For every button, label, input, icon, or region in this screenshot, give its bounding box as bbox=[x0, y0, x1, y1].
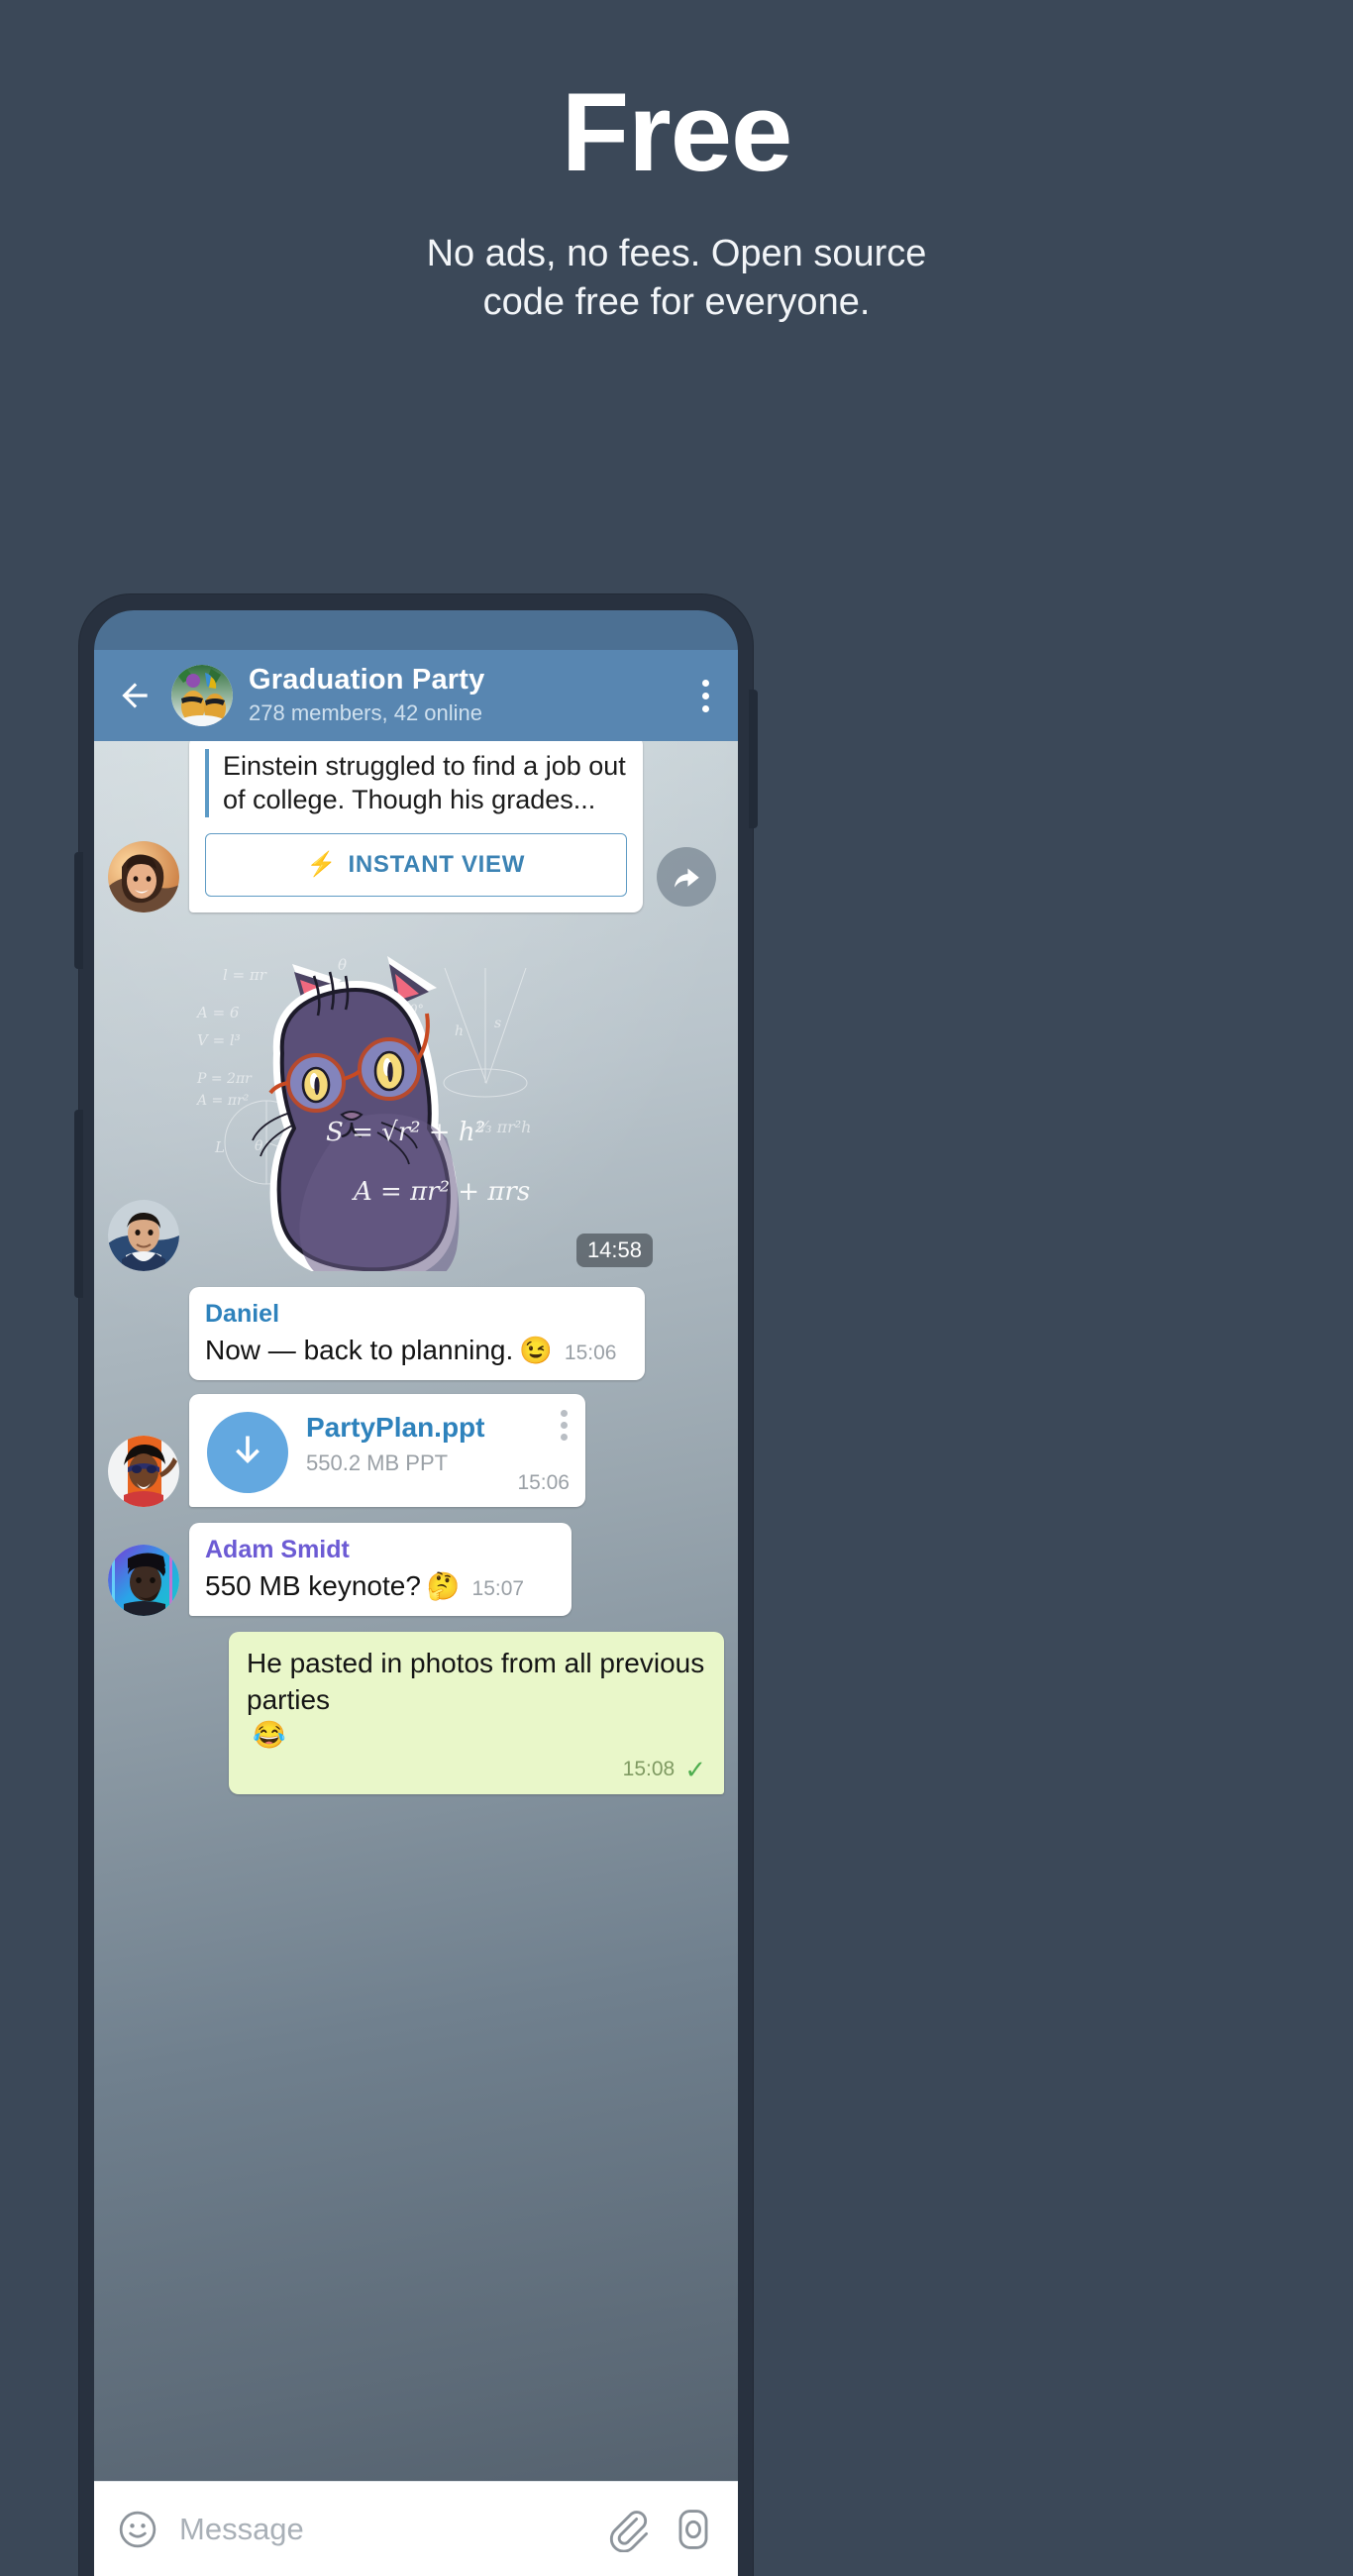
message-body: 550 MB keynote? bbox=[205, 1569, 421, 1601]
file-message-bubble[interactable]: PartyPlan.ppt 550.2 MB PPT 15:06 bbox=[189, 1393, 585, 1507]
message-list[interactable]: Einstein struggled to find a job out of … bbox=[94, 741, 738, 2481]
math-cat-sticker: l = πr θ θ 60° A = 6 V = l³ P = 2πr A = … bbox=[195, 955, 531, 1293]
instant-view-card[interactable]: Einstein struggled to find a job out of … bbox=[189, 741, 643, 912]
svg-text:s: s bbox=[494, 1016, 501, 1031]
svg-text:h: h bbox=[455, 1023, 464, 1039]
message-sender: Adam Smidt bbox=[205, 1535, 350, 1563]
avatar[interactable] bbox=[108, 1545, 179, 1617]
svg-text:l = πr: l = πr bbox=[223, 966, 267, 984]
svg-text:P = 2πr: P = 2πr bbox=[196, 1071, 253, 1087]
message-timestamp: 15:06 bbox=[517, 1470, 570, 1494]
svg-text:A = 6: A = 6 bbox=[195, 1004, 240, 1021]
file-meta: 550.2 MB PPT bbox=[306, 1450, 449, 1476]
thinking-face-emoji: 🤔 bbox=[426, 1570, 461, 1601]
phone-screen: Graduation Party 278 members, 42 online bbox=[94, 610, 738, 2576]
page-subtitle-line-2: code free for everyone. bbox=[482, 280, 871, 323]
message-timestamp: 14:58 bbox=[575, 1233, 653, 1267]
message-outgoing: He pasted in photos from all previous pa… bbox=[94, 1632, 738, 1795]
svg-text:V = l³: V = l³ bbox=[197, 1031, 241, 1049]
phone-mockup: Graduation Party 278 members, 42 online bbox=[74, 594, 758, 2576]
volume-up-button[interactable] bbox=[74, 852, 83, 969]
chat-subtitle: 278 members, 42 online bbox=[249, 699, 483, 725]
page-subtitle: No ads, no fees. Open source code free f… bbox=[0, 230, 1353, 326]
message-sender: Daniel bbox=[205, 1299, 280, 1328]
power-button[interactable] bbox=[749, 690, 758, 828]
paperclip-icon[interactable] bbox=[605, 2507, 651, 2552]
group-avatar-image bbox=[171, 665, 233, 726]
quoted-article: Einstein struggled to find a job out of … bbox=[205, 749, 627, 817]
instant-view-button-label: INSTANT VIEW bbox=[348, 850, 526, 878]
lightning-bolt-icon: ⚡ bbox=[306, 850, 338, 878]
message-body: Now — back to planning. bbox=[205, 1334, 514, 1365]
message-timestamp: 15:07 bbox=[471, 1576, 525, 1600]
page-subtitle-line-1: No ads, no fees. Open source bbox=[426, 233, 927, 274]
download-button[interactable] bbox=[207, 1411, 288, 1493]
page-title: Free bbox=[561, 70, 793, 194]
file-name[interactable]: PartyPlan.ppt bbox=[306, 1412, 484, 1444]
avatar[interactable] bbox=[108, 840, 179, 912]
quoted-article-text: Einstein struggled to find a job out of … bbox=[223, 751, 626, 815]
avatar-woman-sunset-image bbox=[108, 840, 179, 912]
outgoing-message-bubble[interactable]: He pasted in photos from all previous pa… bbox=[229, 1632, 724, 1795]
download-arrow-icon bbox=[236, 1436, 260, 1463]
avatar-young-man-image bbox=[108, 1199, 179, 1271]
kebab-menu-icon[interactable] bbox=[690, 679, 720, 712]
status-bar bbox=[94, 610, 738, 650]
smiley-face-icon[interactable] bbox=[116, 2508, 159, 2551]
svg-text:A = πr² + πrs: A = πr² + πrs bbox=[352, 1177, 530, 1207]
camera-icon[interactable] bbox=[671, 2507, 716, 2552]
message-text: 550 MB keynote? 🤔 15:07 bbox=[205, 1568, 556, 1604]
message-text: Now — back to planning. 😉 15:06 bbox=[205, 1333, 629, 1368]
message-body: He pasted in photos from all previous pa… bbox=[247, 1648, 705, 1715]
laughing-face-emoji: 😂 bbox=[253, 1720, 286, 1751]
message-input[interactable]: Message bbox=[179, 2512, 585, 2547]
instant-view-button[interactable]: ⚡ INSTANT VIEW bbox=[205, 832, 627, 897]
chat-header: Graduation Party 278 members, 42 online bbox=[94, 650, 738, 741]
svg-text:S = √r² + h²: S = √r² + h² bbox=[326, 1118, 485, 1147]
hero-section: Free No ads, no fees. Open source code f… bbox=[0, 0, 1353, 326]
kebab-menu-icon[interactable] bbox=[561, 1409, 568, 1441]
back-arrow-icon[interactable] bbox=[116, 677, 154, 714]
message-timestamp: 15:06 bbox=[564, 1341, 617, 1364]
volume-down-button[interactable] bbox=[74, 1110, 83, 1298]
avatar-man-neon-image bbox=[108, 1545, 179, 1617]
forward-arrow-icon bbox=[674, 868, 699, 888]
group-avatar[interactable] bbox=[171, 665, 233, 726]
svg-text:A = πr²: A = πr² bbox=[195, 1093, 250, 1109]
message-text-daniel: Daniel Now — back to planning. 😉 15:06 bbox=[94, 1286, 738, 1380]
forward-button[interactable] bbox=[657, 846, 716, 907]
avatar-man-orange-image bbox=[108, 1435, 179, 1507]
message-bubble[interactable]: Daniel Now — back to planning. 😉 15:06 bbox=[189, 1286, 645, 1380]
message-file: PartyPlan.ppt 550.2 MB PPT 15:06 bbox=[94, 1393, 738, 1507]
avatar[interactable] bbox=[108, 1199, 179, 1271]
message-instant-view: Einstein struggled to find a job out of … bbox=[94, 741, 738, 912]
message-bubble[interactable]: Adam Smidt 550 MB keynote? 🤔 15:07 bbox=[189, 1522, 572, 1617]
message-text: He pasted in photos from all previous pa… bbox=[247, 1646, 706, 1753]
winking-face-emoji: 😉 bbox=[519, 1335, 553, 1365]
message-timestamp: 15:08 bbox=[622, 1758, 676, 1781]
single-check-icon: ✓ bbox=[684, 1755, 706, 1785]
chat-title-block: Graduation Party 278 members, 42 online bbox=[249, 663, 690, 726]
message-text-adam: Adam Smidt 550 MB keynote? 🤔 15:07 bbox=[94, 1522, 738, 1617]
avatar[interactable] bbox=[108, 1435, 179, 1507]
svg-text:θ: θ bbox=[338, 956, 347, 974]
svg-text:L: L bbox=[214, 1138, 225, 1156]
message-input-bar: Message bbox=[94, 2481, 738, 2576]
outgoing-meta: 15:08 ✓ bbox=[247, 1757, 706, 1782]
sticker-math-cat[interactable]: l = πr θ θ 60° A = 6 V = l³ P = 2πr A = … bbox=[189, 944, 655, 1293]
message-sticker: l = πr θ θ 60° A = 6 V = l³ P = 2πr A = … bbox=[94, 944, 738, 1293]
file-info: PartyPlan.ppt 550.2 MB PPT bbox=[306, 1412, 484, 1476]
chat-title: Graduation Party bbox=[249, 663, 485, 696]
